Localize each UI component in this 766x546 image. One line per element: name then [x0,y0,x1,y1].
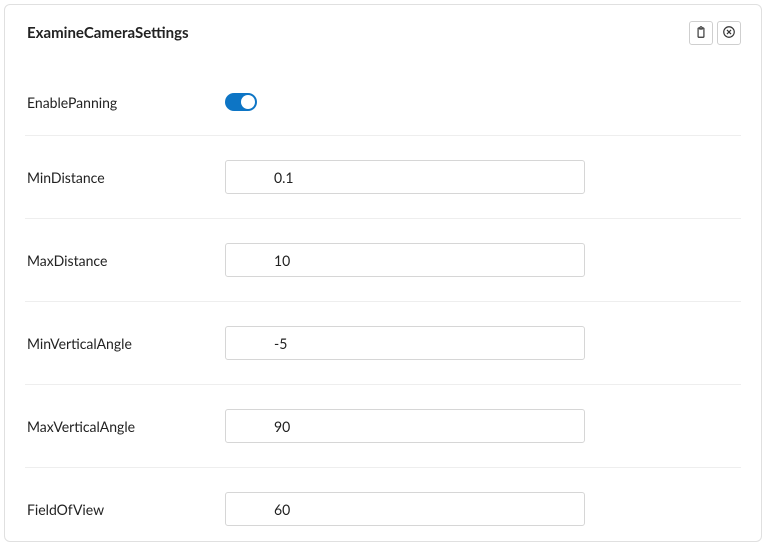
enable-panning-row: EnablePanning [25,57,741,136]
max-vertical-angle-row: MaxVerticalAngle [25,385,741,468]
max-distance-input[interactable] [225,243,585,277]
enable-panning-label: EnablePanning [25,94,225,111]
max-distance-row: MaxDistance [25,219,741,302]
field-of-view-label: FieldOfView [25,501,225,518]
copy-button[interactable] [689,21,713,45]
max-vertical-angle-input[interactable] [225,409,585,443]
close-button[interactable] [717,21,741,45]
min-vertical-angle-row: MinVerticalAngle [25,302,741,385]
min-vertical-angle-label: MinVerticalAngle [25,335,225,352]
header-actions [689,21,741,45]
toggle-knob [241,95,255,109]
min-distance-label: MinDistance [25,169,225,186]
clipboard-icon [694,24,708,43]
panel-title: ExamineCameraSettings [27,24,189,42]
fields-container: EnablePanning MinDistance MaxDistance Mi… [5,57,761,542]
panel-header: ExamineCameraSettings [5,5,761,57]
enable-panning-toggle[interactable] [225,93,257,111]
settings-panel: ExamineCameraSettings [4,4,762,542]
max-distance-label: MaxDistance [25,252,225,269]
min-vertical-angle-input[interactable] [225,326,585,360]
field-of-view-input[interactable] [225,492,585,526]
min-distance-input[interactable] [225,160,585,194]
max-vertical-angle-label: MaxVerticalAngle [25,418,225,435]
field-of-view-row: FieldOfView [25,468,741,542]
close-circle-icon [722,24,736,43]
min-distance-row: MinDistance [25,136,741,219]
